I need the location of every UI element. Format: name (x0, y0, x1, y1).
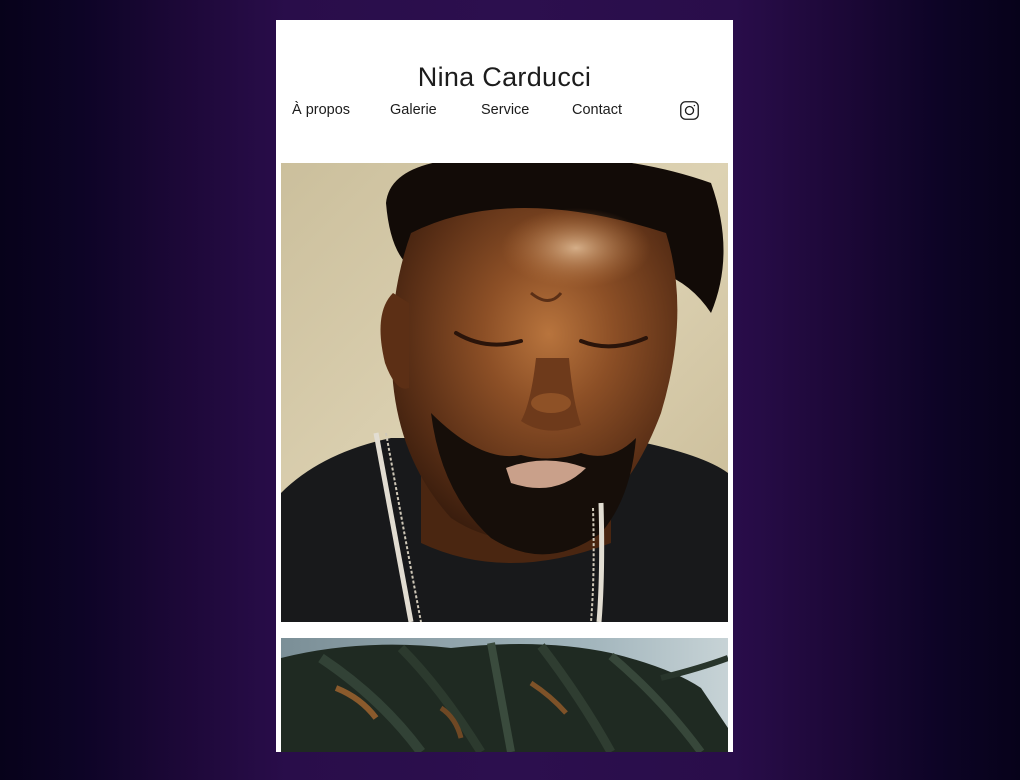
nav-link-service[interactable]: Service (481, 102, 529, 118)
gallery-image-portrait[interactable] (281, 163, 728, 622)
gallery-image-palms[interactable] (281, 638, 728, 752)
site-title: Nina Carducci (417, 62, 592, 92)
palm-trees-photo (281, 638, 728, 752)
nav-link-a-propos[interactable]: À propos (292, 102, 350, 118)
nav-link-galerie[interactable]: Galerie (390, 102, 437, 118)
portrait-photo (281, 163, 728, 622)
instagram-link[interactable] (679, 100, 700, 121)
nav-link-contact[interactable]: Contact (572, 102, 622, 118)
instagram-icon (680, 101, 699, 120)
mobile-page-frame: Nina Carducci À propos Galerie Service C… (276, 20, 733, 752)
